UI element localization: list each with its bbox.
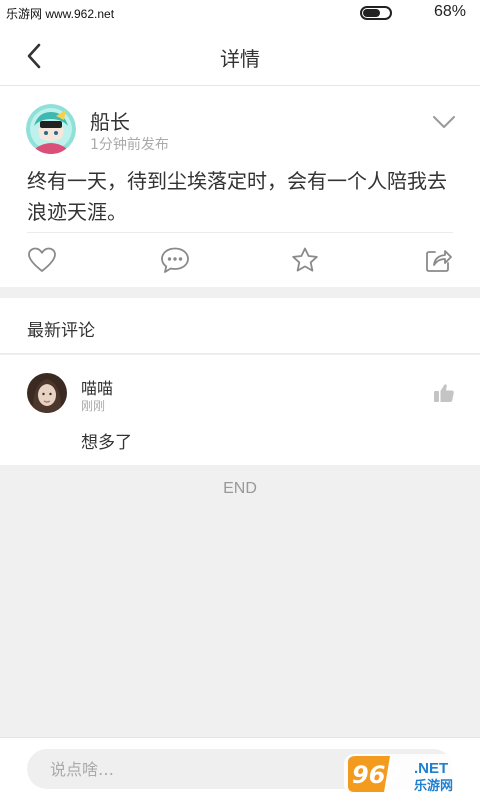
heart-icon	[28, 247, 56, 272]
post-timestamp: 1分钟前发布	[90, 137, 169, 153]
logo-suffix: .NET	[414, 760, 448, 777]
comment-icon	[161, 247, 189, 273]
share-post-button[interactable]	[421, 243, 455, 277]
battery-icon	[360, 6, 392, 20]
page-title: 详情	[220, 47, 260, 71]
status-bar: 乐游网 www.962.net 68%	[0, 0, 480, 26]
comment-post-button[interactable]	[158, 243, 192, 277]
comment-item: 喵喵 刚刚 想多了	[0, 355, 480, 465]
comment-timestamp: 刚刚	[81, 399, 106, 413]
battery-fill	[363, 9, 381, 17]
nav-bar: 详情	[0, 26, 480, 86]
favorite-post-button[interactable]	[288, 243, 322, 277]
battery-percent: 68%	[433, 3, 466, 20]
site-watermark-logo: 962 .NET 乐游网	[344, 754, 474, 794]
logo-number: 962	[352, 761, 402, 789]
avatar-image	[27, 373, 67, 413]
thumbs-up-icon	[434, 384, 454, 402]
comments-section-header: 最新评论	[0, 298, 480, 354]
divider	[27, 232, 453, 233]
chevron-down-icon	[433, 116, 455, 128]
like-post-button[interactable]	[25, 243, 59, 277]
comment-like-button[interactable]	[432, 381, 456, 405]
avatar-image	[26, 104, 76, 154]
post-card: 船长 1分钟前发布 终有一天，待到尘埃落定时，会有一个人陪我去浪迹天涯。	[0, 86, 480, 287]
logo-cn-text: 乐游网	[414, 778, 453, 794]
post-author-name[interactable]: 船长	[90, 106, 130, 135]
comment-content: 想多了	[81, 433, 132, 453]
comments-header-title: 最新评论	[27, 321, 95, 341]
post-author-avatar[interactable]	[26, 104, 76, 154]
end-of-list-label: END	[223, 480, 257, 497]
star-icon	[292, 247, 318, 272]
comment-author-name[interactable]: 喵喵	[81, 375, 113, 399]
share-icon	[426, 250, 452, 272]
post-menu-button[interactable]	[432, 114, 456, 134]
post-content: 终有一天，待到尘埃落定时，会有一个人陪我去浪迹天涯。	[27, 169, 447, 224]
comment-author-avatar[interactable]	[27, 373, 67, 413]
watermark-text: 乐游网 www.962.net	[6, 7, 115, 21]
